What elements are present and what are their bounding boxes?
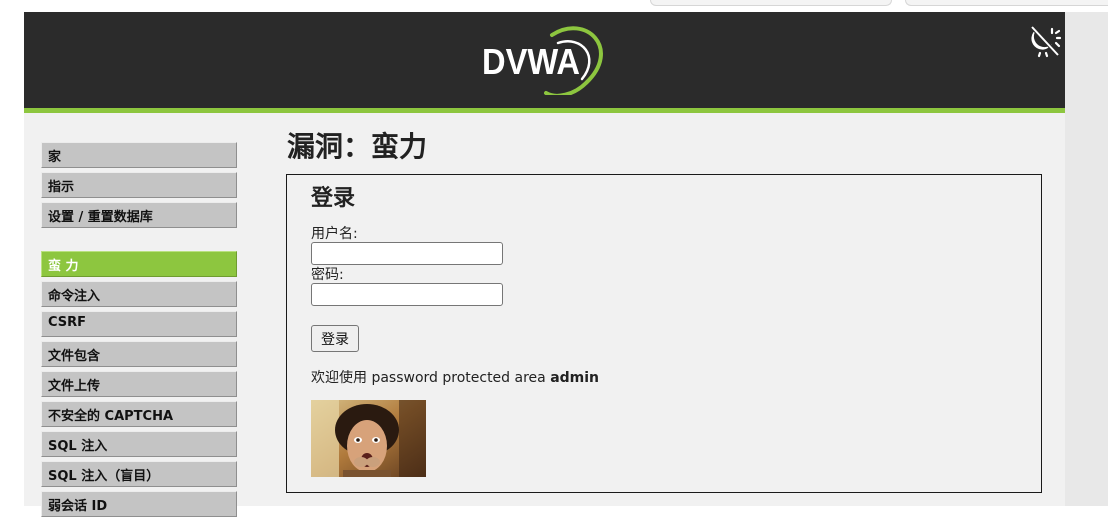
browser-tab-strip [0, 0, 1108, 12]
dvwa-logo: DVWA [482, 26, 603, 95]
sidebar-item-file-inclusion[interactable]: 文件包含 [41, 341, 237, 367]
window-gutter [1065, 12, 1108, 506]
password-input[interactable] [311, 283, 503, 306]
username-label: 用户名: [311, 226, 358, 242]
sidebar-item-csrf[interactable]: CSRF [41, 311, 237, 337]
username-input[interactable] [311, 242, 503, 265]
sidebar-item-insecure-captcha[interactable]: 不安全的 CAPTCHA [41, 401, 237, 427]
page-title: 漏洞：蛮力 [287, 130, 428, 163]
sidebar-item-setup-reset-db[interactable]: 设置 / 重置数据库 [41, 202, 237, 228]
browser-tab[interactable] [905, 0, 1108, 6]
sidebar-item-home[interactable]: 家 [41, 142, 237, 168]
site-header: DVWA [24, 12, 1065, 108]
sidebar-item-brute-force[interactable]: 蛮 力 [41, 251, 237, 277]
sidebar-item-sql-injection-blind[interactable]: SQL 注入（盲目） [41, 461, 237, 487]
sidebar-item-file-upload[interactable]: 文件上传 [41, 371, 237, 397]
welcome-username: admin [550, 370, 600, 386]
sidebar-menu-vulnerabilities: 蛮 力 命令注入 CSRF 文件包含 文件上传 不安全的 CAPTCHA SQL… [41, 251, 237, 521]
user-avatar-photo [311, 400, 426, 477]
welcome-text: 欢迎使用 password protected area [311, 370, 551, 386]
password-label: 密码: [311, 267, 344, 283]
login-button[interactable]: 登录 [311, 325, 359, 352]
logo-text: DVWA [482, 41, 580, 82]
header-accent-line [24, 108, 1065, 113]
login-panel: 登录 用户名: 密码: 登录 欢迎使用 password protected a… [286, 174, 1042, 493]
sidebar-item-instructions[interactable]: 指示 [41, 172, 237, 198]
sidebar-item-weak-session-id[interactable]: 弱会话 ID [41, 491, 237, 517]
theme-toggle-icon[interactable] [1027, 24, 1061, 58]
login-form-title: 登录 [311, 186, 356, 211]
welcome-message: 欢迎使用 password protected area admin [311, 367, 599, 387]
browser-tab[interactable] [650, 0, 892, 6]
sidebar-item-command-injection[interactable]: 命令注入 [41, 281, 237, 307]
sidebar-item-sql-injection[interactable]: SQL 注入 [41, 431, 237, 457]
sidebar-menu-primary: 家 指示 设置 / 重置数据库 [41, 142, 237, 232]
dvwa-page: DVWA 家 指示 设置 / 重置数据库 蛮 力 命令注入 CSRF 文件包含 … [24, 12, 1065, 517]
